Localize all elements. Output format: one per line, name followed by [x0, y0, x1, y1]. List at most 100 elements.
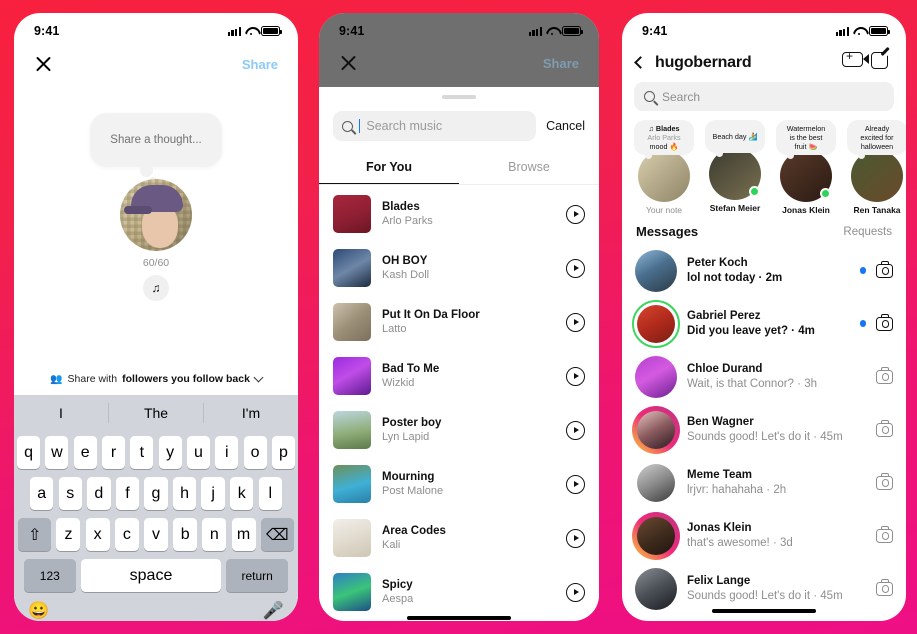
camera-icon[interactable] [876, 260, 893, 278]
cellular-bars-icon [227, 26, 241, 36]
cancel-button[interactable]: Cancel [546, 119, 585, 133]
key-c[interactable]: c [114, 518, 139, 551]
key-q[interactable]: q [17, 436, 41, 469]
track-meta: Blades Arlo Parks [382, 200, 555, 228]
inbox-search-input[interactable]: Search [634, 82, 894, 111]
key-u[interactable]: u [186, 436, 211, 469]
key-j[interactable]: j [201, 477, 225, 510]
message-row[interactable]: Ben Wagner Sounds good! Let's do it · 45m [622, 403, 906, 456]
message-row[interactable]: Meme Team lrjvr: hahahaha · 2h [622, 456, 906, 509]
key-e[interactable]: e [73, 436, 97, 469]
key-b[interactable]: b [173, 518, 198, 551]
play-icon[interactable] [566, 474, 585, 494]
play-icon[interactable] [566, 258, 585, 278]
online-badge [820, 188, 831, 199]
note-item[interactable]: Already excited for halloween Ren Tanaka [847, 120, 906, 215]
track-row[interactable]: OH BOY Kash Doll [319, 241, 599, 295]
avatar [632, 299, 680, 348]
key-d[interactable]: d [87, 477, 111, 510]
camera-icon[interactable] [876, 366, 893, 384]
status-time: 9:41 [339, 24, 365, 38]
music-note-icon[interactable]: ♫ [143, 275, 169, 301]
emoji-icon[interactable]: 😀 [28, 601, 49, 621]
play-icon[interactable] [566, 312, 585, 332]
key-g[interactable]: g [144, 477, 168, 510]
message-row[interactable]: Gabriel Perez Did you leave yet? · 4m [622, 297, 906, 350]
requests-link[interactable]: Requests [843, 226, 892, 238]
key-k[interactable]: k [230, 477, 254, 510]
numbers-key[interactable]: 123 [23, 559, 76, 592]
track-row[interactable]: Area Codes Kali [319, 511, 599, 565]
key-y[interactable]: y [158, 436, 182, 469]
camera-icon[interactable] [876, 472, 893, 490]
tab-for-you[interactable]: For You [319, 153, 459, 184]
track-row[interactable]: Spicy Aespa [319, 565, 599, 619]
page-title: hugobernard [655, 53, 752, 71]
key-o[interactable]: o [243, 436, 267, 469]
camera-icon[interactable] [876, 419, 893, 437]
track-row[interactable]: Bad To Me Wizkid [319, 349, 599, 403]
key-n[interactable]: n [202, 518, 227, 551]
note-item[interactable]: Beach day 🏄 Stefan Meier [705, 120, 765, 215]
key-t[interactable]: t [130, 436, 154, 469]
message-row[interactable]: Peter Koch lol not today · 2m [622, 244, 906, 297]
search-input[interactable]: Search music [333, 111, 537, 141]
microphone-icon[interactable]: 🎤 [263, 601, 284, 621]
key-v[interactable]: v [144, 518, 168, 551]
thought-input[interactable]: Share a thought... [90, 113, 222, 167]
key-l[interactable]: l [258, 477, 283, 510]
wifi-icon [853, 27, 865, 36]
video-call-add-icon[interactable] [842, 49, 869, 73]
return-key[interactable]: return [226, 559, 289, 592]
message-row[interactable]: Felix Lange Sounds good! Let's do it · 45… [622, 562, 906, 615]
play-icon[interactable] [566, 420, 585, 440]
key-p[interactable]: p [271, 436, 295, 469]
suggestion-0[interactable]: I [14, 402, 109, 423]
key-h[interactable]: h [172, 477, 197, 510]
suggestion-2[interactable]: I'm [204, 403, 298, 423]
key-i[interactable]: i [215, 436, 239, 469]
close-icon[interactable] [339, 54, 358, 73]
key-m[interactable]: m [231, 518, 256, 551]
note-item[interactable]: ♫ Blades Arlo Parks mood 🔥 Your note [634, 120, 694, 215]
camera-icon[interactable] [876, 525, 893, 543]
key-s[interactable]: s [58, 477, 82, 510]
camera-icon[interactable] [876, 313, 893, 331]
play-icon[interactable] [566, 366, 585, 386]
track-row[interactable]: Put It On Da Floor Latto [319, 295, 599, 349]
share-button[interactable]: Share [242, 57, 278, 72]
play-icon[interactable] [566, 582, 585, 602]
key-z[interactable]: z [56, 518, 81, 551]
tab-browse[interactable]: Browse [459, 153, 599, 184]
avatar [120, 179, 192, 251]
sender-name: Ben Wagner [687, 415, 754, 428]
track-row[interactable]: Poster boy Lyn Lapid [319, 403, 599, 457]
suggestion-1[interactable]: The [109, 402, 204, 423]
track-row[interactable]: Mourning Post Malone [319, 457, 599, 511]
compose-icon[interactable] [871, 52, 892, 73]
backspace-icon[interactable]: ⌫ [260, 518, 294, 551]
message-row[interactable]: Jonas Klein that's awesome! · 3d [622, 509, 906, 562]
audience-selector[interactable]: 👥 Share with followers you follow back [14, 372, 298, 385]
shift-icon[interactable]: ⇧ [18, 518, 52, 551]
back-chevron-icon[interactable] [634, 56, 647, 69]
track-row[interactable]: Blades Arlo Parks [319, 187, 599, 241]
key-a[interactable]: a [30, 477, 54, 510]
close-icon[interactable] [34, 55, 53, 74]
camera-icon[interactable] [876, 578, 893, 596]
composer-nav-bar: Share [319, 43, 599, 83]
note-item[interactable]: Watermelon is the best fruit 🍉 Jonas Klein [776, 120, 836, 215]
message-preview: Wait, is that Connor? · 3h [687, 377, 817, 390]
play-icon[interactable] [566, 528, 585, 548]
space-key[interactable]: space [81, 559, 221, 592]
play-icon[interactable] [566, 204, 585, 224]
key-w[interactable]: w [45, 436, 69, 469]
key-x[interactable]: x [85, 518, 110, 551]
message-row[interactable]: Chloe Durand Wait, is that Connor? · 3h [622, 350, 906, 403]
message-text: Felix Lange Sounds good! Let's do it · 45… [687, 574, 850, 604]
share-button[interactable]: Share [543, 56, 579, 71]
char-counter: 60/60 [142, 257, 170, 269]
message-preview: Sounds good! Let's do it · 45m [687, 589, 843, 602]
key-r[interactable]: r [101, 436, 126, 469]
key-f[interactable]: f [115, 477, 140, 510]
